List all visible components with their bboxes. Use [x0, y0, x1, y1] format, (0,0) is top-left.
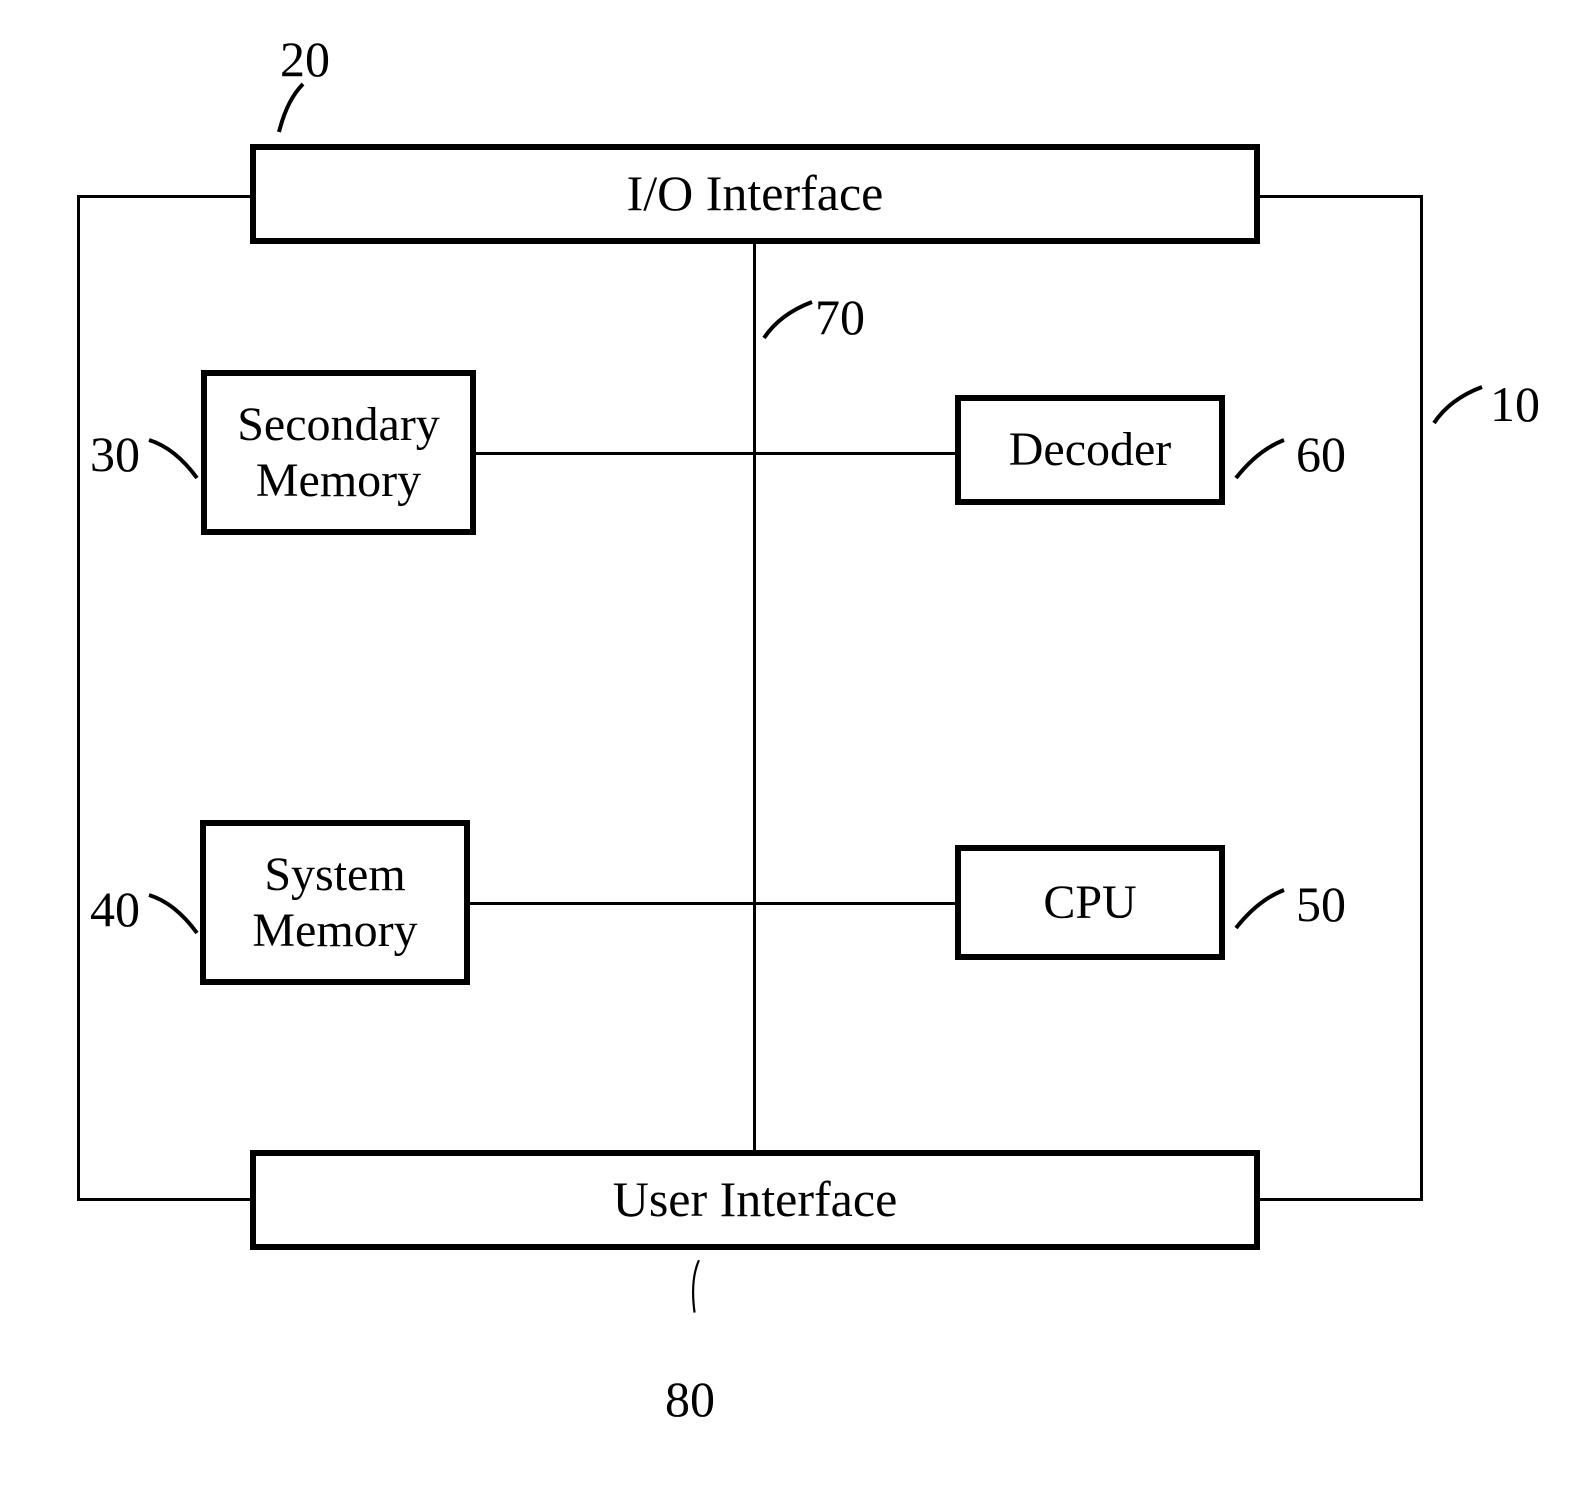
ref-70: 70 — [815, 288, 865, 346]
link-sysmem-cpu — [470, 902, 955, 905]
ref-50-hook — [1232, 880, 1292, 940]
user-interface-label: User Interface — [613, 1171, 898, 1229]
outer-right-bottom-link — [1260, 1198, 1423, 1201]
user-interface-block: User Interface — [250, 1150, 1260, 1250]
ref-60-hook — [1232, 430, 1292, 490]
decoder-label: Decoder — [1009, 422, 1172, 477]
bus-vertical — [753, 244, 756, 1150]
system-memory-block: System Memory — [200, 820, 470, 985]
ref-40: 40 — [90, 880, 140, 938]
ref-80-hook — [670, 1258, 730, 1318]
io-interface-block: I/O Interface — [250, 144, 1260, 244]
link-secmem-decoder — [476, 452, 955, 455]
ref-40-hook — [145, 885, 205, 945]
ref-60: 60 — [1296, 425, 1346, 483]
architecture-diagram: I/O Interface Secondary Memory Decoder S… — [0, 0, 1569, 1485]
decoder-block: Decoder — [955, 395, 1225, 505]
outer-left-trunk — [77, 195, 80, 1198]
cpu-block: CPU — [955, 845, 1225, 960]
ref-30: 30 — [90, 425, 140, 483]
ref-20-hook — [275, 80, 335, 140]
ref-50: 50 — [1296, 875, 1346, 933]
secondary-memory-label: Secondary Memory — [237, 397, 440, 507]
system-memory-label: System Memory — [252, 847, 417, 957]
ref-70-hook — [760, 290, 820, 350]
outer-left-bottom-link — [77, 1198, 250, 1201]
ref-80: 80 — [665, 1370, 715, 1428]
ref-30-hook — [145, 430, 205, 490]
outer-left-top-link — [77, 195, 250, 198]
cpu-label: CPU — [1043, 875, 1136, 930]
io-interface-label: I/O Interface — [627, 165, 884, 223]
outer-right-trunk — [1420, 195, 1423, 1198]
outer-right-top-link — [1260, 195, 1423, 198]
secondary-memory-block: Secondary Memory — [201, 370, 476, 535]
ref-10: 10 — [1490, 375, 1540, 433]
ref-10-hook — [1430, 375, 1490, 435]
